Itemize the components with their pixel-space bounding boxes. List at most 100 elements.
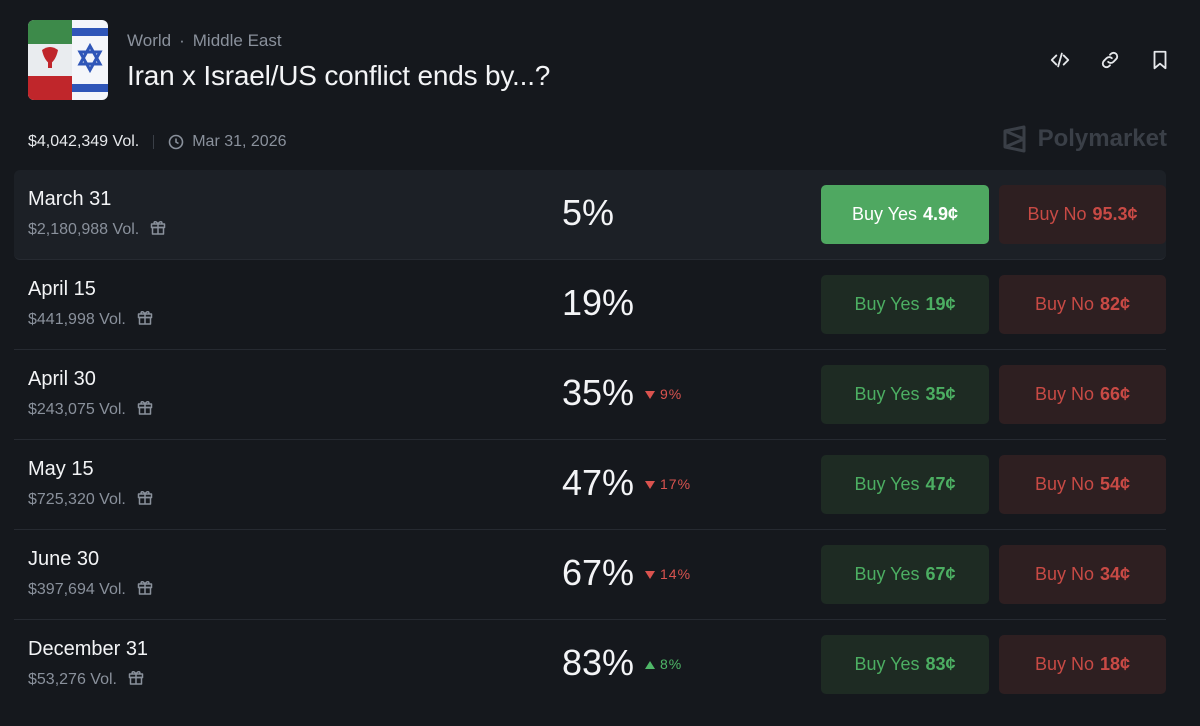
buy-yes-button[interactable]: Buy Yes 47¢ (821, 455, 989, 514)
outcome-probability: 5% (562, 192, 615, 233)
outcome-row[interactable]: December 31 $53,276 Vol. 83% 8% Buy Yes … (14, 620, 1166, 710)
buy-no-price: 66¢ (1099, 384, 1131, 404)
bookmark-icon[interactable] (1148, 48, 1172, 72)
buy-no-label: Buy No (1034, 654, 1094, 674)
change-value: 9% (660, 386, 683, 402)
outcome-name[interactable]: December 31 (28, 638, 148, 661)
breadcrumb: World · Middle East (127, 31, 282, 51)
outcome-probability: 19% (562, 282, 635, 323)
gift-icon[interactable] (149, 218, 167, 241)
buy-no-price: 34¢ (1099, 564, 1131, 584)
buy-no-button[interactable]: Buy No 95.3¢ (999, 185, 1166, 244)
change-value: 17% (660, 476, 692, 492)
buy-yes-label: Buy Yes (854, 384, 920, 404)
outcome-list: March 31 $2,180,988 Vol. 5% Buy Yes 4.9¢… (14, 170, 1166, 710)
buy-yes-label: Buy Yes (854, 654, 920, 674)
outcome-volume: $53,276 Vol. (28, 668, 145, 691)
buy-no-label: Buy No (1034, 564, 1094, 584)
buy-yes-price: 35¢ (925, 384, 956, 404)
buy-yes-price: 83¢ (925, 654, 956, 674)
buy-yes-price: 47¢ (925, 474, 956, 494)
polymarket-icon (1003, 125, 1026, 153)
buy-yes-price: 19¢ (925, 294, 956, 314)
buy-no-label: Buy No (1027, 204, 1087, 224)
outcome-name[interactable]: April 30 (28, 368, 96, 391)
outcome-volume-text: $397,694 Vol. (28, 580, 126, 598)
outcome-name[interactable]: April 15 (28, 278, 96, 301)
outcome-probability: 47% (562, 462, 635, 503)
arrow-down-icon (645, 386, 655, 402)
buy-no-price: 82¢ (1099, 294, 1131, 314)
brand-logo: Polymarket (1002, 125, 1167, 153)
divider (153, 135, 155, 149)
gift-icon[interactable] (136, 398, 154, 421)
outcome-row[interactable]: June 30 $397,694 Vol. 67% 14% Buy Yes 67… (14, 530, 1166, 620)
brand-name: Polymarket (1037, 125, 1167, 152)
buy-no-button[interactable]: Buy No 18¢ (999, 635, 1166, 694)
total-volume: $4,042,349 Vol. (28, 133, 140, 150)
buy-no-price: 54¢ (1099, 474, 1131, 494)
outcome-row[interactable]: April 15 $441,998 Vol. 19% Buy Yes 19¢ B… (14, 260, 1166, 350)
buy-yes-button[interactable]: Buy Yes 4.9¢ (821, 185, 989, 244)
outcome-volume-text: $243,075 Vol. (28, 400, 126, 418)
buy-no-button[interactable]: Buy No 66¢ (999, 365, 1166, 424)
breadcrumb-middle-east[interactable]: Middle East (193, 31, 282, 51)
arrow-down-icon (645, 566, 655, 582)
buy-yes-button[interactable]: Buy Yes 35¢ (821, 365, 989, 424)
outcome-volume: $725,320 Vol. (28, 488, 154, 511)
buy-no-label: Buy No (1034, 294, 1094, 314)
outcome-row[interactable]: April 30 $243,075 Vol. 35% 9% Buy Yes 35… (14, 350, 1166, 440)
outcome-probability: 67% (562, 552, 635, 593)
page-title: Iran x Israel/US conflict ends by...? (127, 60, 551, 91)
change-indicator: 9% (645, 386, 682, 402)
outcome-volume-text: $53,276 Vol. (28, 670, 117, 688)
buy-yes-button[interactable]: Buy Yes 19¢ (821, 275, 989, 334)
breadcrumb-world[interactable]: World (127, 31, 171, 51)
gift-icon[interactable] (127, 668, 145, 691)
outcome-volume-text: $441,998 Vol. (28, 310, 126, 328)
code-icon[interactable] (1048, 48, 1072, 72)
buy-yes-button[interactable]: Buy Yes 67¢ (821, 545, 989, 604)
outcome-volume: $441,998 Vol. (28, 308, 154, 331)
outcome-name[interactable]: March 31 (28, 188, 111, 211)
outcome-probability: 35% (562, 372, 635, 413)
buy-yes-label: Buy Yes (854, 564, 920, 584)
outcome-volume: $2,180,988 Vol. (28, 218, 167, 241)
end-date-text: Mar 31, 2026 (192, 133, 287, 150)
buy-no-price: 95.3¢ (1092, 204, 1138, 224)
outcome-volume-text: $2,180,988 Vol. (28, 220, 140, 238)
breadcrumb-separator: · (179, 31, 185, 50)
outcome-volume-text: $725,320 Vol. (28, 490, 126, 508)
buy-no-label: Buy No (1034, 384, 1094, 404)
clock-icon (168, 134, 184, 150)
outcome-row[interactable]: March 31 $2,180,988 Vol. 5% Buy Yes 4.9¢… (14, 170, 1166, 260)
change-indicator: 17% (645, 476, 691, 492)
market-header: World · Middle East Iran x Israel/US con… (28, 20, 1172, 102)
change-value: 14% (660, 566, 692, 582)
gift-icon[interactable] (136, 308, 154, 331)
end-date: Mar 31, 2026 (168, 133, 287, 151)
outcome-volume: $397,694 Vol. (28, 578, 154, 601)
header-actions (1048, 48, 1172, 72)
gift-icon[interactable] (136, 488, 154, 511)
change-indicator: 8% (645, 656, 682, 672)
buy-no-price: 18¢ (1099, 654, 1131, 674)
change-value: 8% (660, 656, 683, 672)
arrow-down-icon (645, 476, 655, 492)
outcome-row[interactable]: May 15 $725,320 Vol. 47% 17% Buy Yes 47¢… (14, 440, 1166, 530)
change-indicator: 14% (645, 566, 691, 582)
market-meta: $4,042,349 Vol. Mar 31, 2026 (28, 131, 287, 153)
buy-no-button[interactable]: Buy No 54¢ (999, 455, 1166, 514)
buy-yes-price: 4.9¢ (923, 204, 959, 224)
gift-icon[interactable] (136, 578, 154, 601)
buy-no-label: Buy No (1034, 474, 1094, 494)
market-thumbnail (28, 20, 108, 100)
outcome-name[interactable]: June 30 (28, 548, 99, 571)
buy-yes-button[interactable]: Buy Yes 83¢ (821, 635, 989, 694)
buy-yes-label: Buy Yes (851, 204, 917, 224)
outcome-name[interactable]: May 15 (28, 458, 94, 481)
buy-no-button[interactable]: Buy No 82¢ (999, 275, 1166, 334)
link-icon[interactable] (1098, 48, 1122, 72)
buy-no-button[interactable]: Buy No 34¢ (999, 545, 1166, 604)
buy-yes-label: Buy Yes (854, 294, 920, 314)
